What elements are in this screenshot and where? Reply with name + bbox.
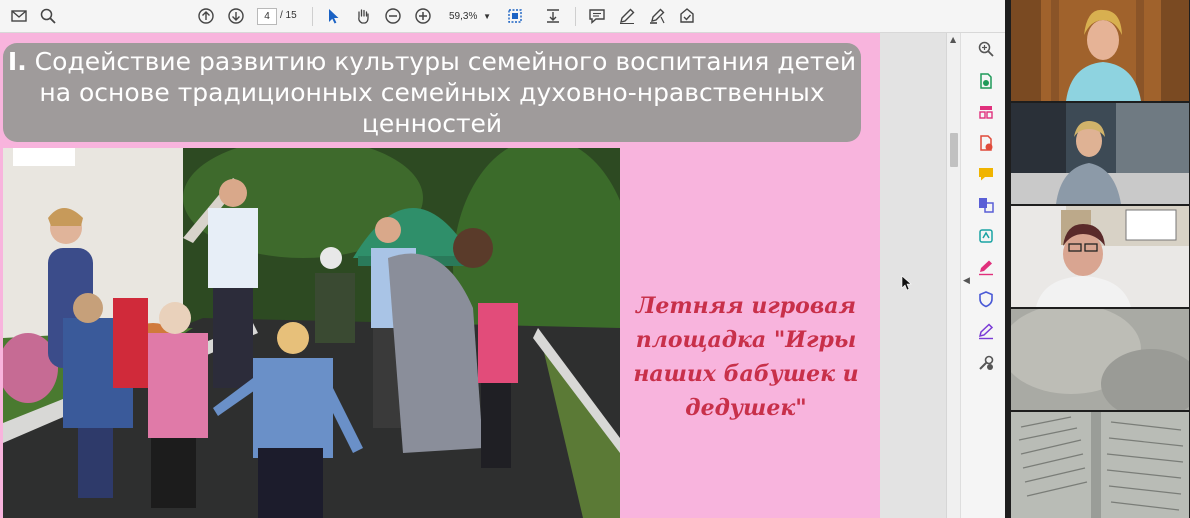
more-tools-icon[interactable] bbox=[976, 353, 996, 373]
toolbar-separator bbox=[575, 7, 576, 26]
mail-icon[interactable] bbox=[9, 6, 29, 26]
fill-sign-icon[interactable] bbox=[976, 257, 996, 277]
zoom-level-value: 59,3% bbox=[449, 11, 478, 22]
zoom-icon[interactable] bbox=[976, 39, 996, 59]
viewer-background bbox=[880, 33, 946, 518]
slide-title-number: I. bbox=[7, 47, 27, 76]
page-down-icon[interactable] bbox=[226, 6, 246, 26]
sign-icon[interactable] bbox=[976, 321, 996, 341]
stamp-icon[interactable] bbox=[677, 6, 697, 26]
zoom-out-icon[interactable] bbox=[383, 6, 403, 26]
protect-icon[interactable] bbox=[976, 289, 996, 309]
scrollbar-thumb[interactable] bbox=[950, 133, 958, 167]
slide-caption: Летняя игровая площадка "Игры наших бабу… bbox=[633, 293, 859, 421]
vertical-scrollbar[interactable]: ▲ bbox=[946, 33, 960, 518]
presentation-slide: I. Содействие развитию культуры семейног… bbox=[0, 33, 880, 518]
zoom-level-select[interactable]: 59,3% ▼ bbox=[443, 8, 495, 25]
comment-icon[interactable] bbox=[587, 6, 607, 26]
edit-pdf-icon[interactable] bbox=[976, 133, 996, 153]
slide-title-text: Содействие развитию культуры семейного в… bbox=[26, 47, 857, 138]
slide-photo bbox=[3, 148, 620, 518]
scroll-mode-icon[interactable] bbox=[543, 6, 563, 26]
comment-tool-icon[interactable] bbox=[976, 164, 996, 184]
zoom-in-icon[interactable] bbox=[413, 6, 433, 26]
tools-sidebar: ◀ bbox=[960, 33, 1005, 518]
page-total: / 15 bbox=[280, 10, 297, 21]
participant-video-tile[interactable] bbox=[1011, 0, 1189, 101]
video-participants-panel bbox=[1005, 0, 1190, 518]
chevron-down-icon: ▼ bbox=[483, 12, 491, 21]
participant-video-tile[interactable] bbox=[1011, 309, 1189, 410]
slide-title: I. Содействие развитию культуры семейног… bbox=[3, 43, 861, 142]
scan-icon[interactable] bbox=[976, 226, 996, 246]
page-up-icon[interactable] bbox=[196, 6, 216, 26]
collapse-panel-icon[interactable]: ◀ bbox=[963, 276, 970, 286]
fit-page-icon[interactable] bbox=[505, 6, 525, 26]
document-viewport[interactable]: I. Содействие развитию культуры семейног… bbox=[0, 33, 946, 518]
highlight-icon[interactable] bbox=[647, 6, 667, 26]
organize-pages-icon[interactable] bbox=[976, 102, 996, 122]
participant-video-tile[interactable] bbox=[1011, 103, 1189, 204]
combine-files-icon[interactable] bbox=[976, 195, 996, 215]
pdf-viewer-window: 4 / 15 59,3% ▼ I. Содействие развитию ку… bbox=[0, 0, 1005, 518]
page-number-input[interactable]: 4 bbox=[257, 8, 277, 25]
toolbar-separator bbox=[312, 7, 313, 26]
participant-video-tile[interactable] bbox=[1011, 412, 1189, 518]
scroll-up-icon[interactable]: ▲ bbox=[950, 35, 956, 44]
participant-video-tile[interactable] bbox=[1011, 206, 1189, 307]
select-arrow-icon[interactable] bbox=[323, 6, 343, 26]
pen-icon[interactable] bbox=[617, 6, 637, 26]
zoom-search-icon[interactable] bbox=[38, 6, 58, 26]
hand-icon[interactable] bbox=[353, 6, 373, 26]
top-toolbar: 4 / 15 59,3% ▼ bbox=[0, 0, 1005, 33]
export-pdf-icon[interactable] bbox=[976, 71, 996, 91]
